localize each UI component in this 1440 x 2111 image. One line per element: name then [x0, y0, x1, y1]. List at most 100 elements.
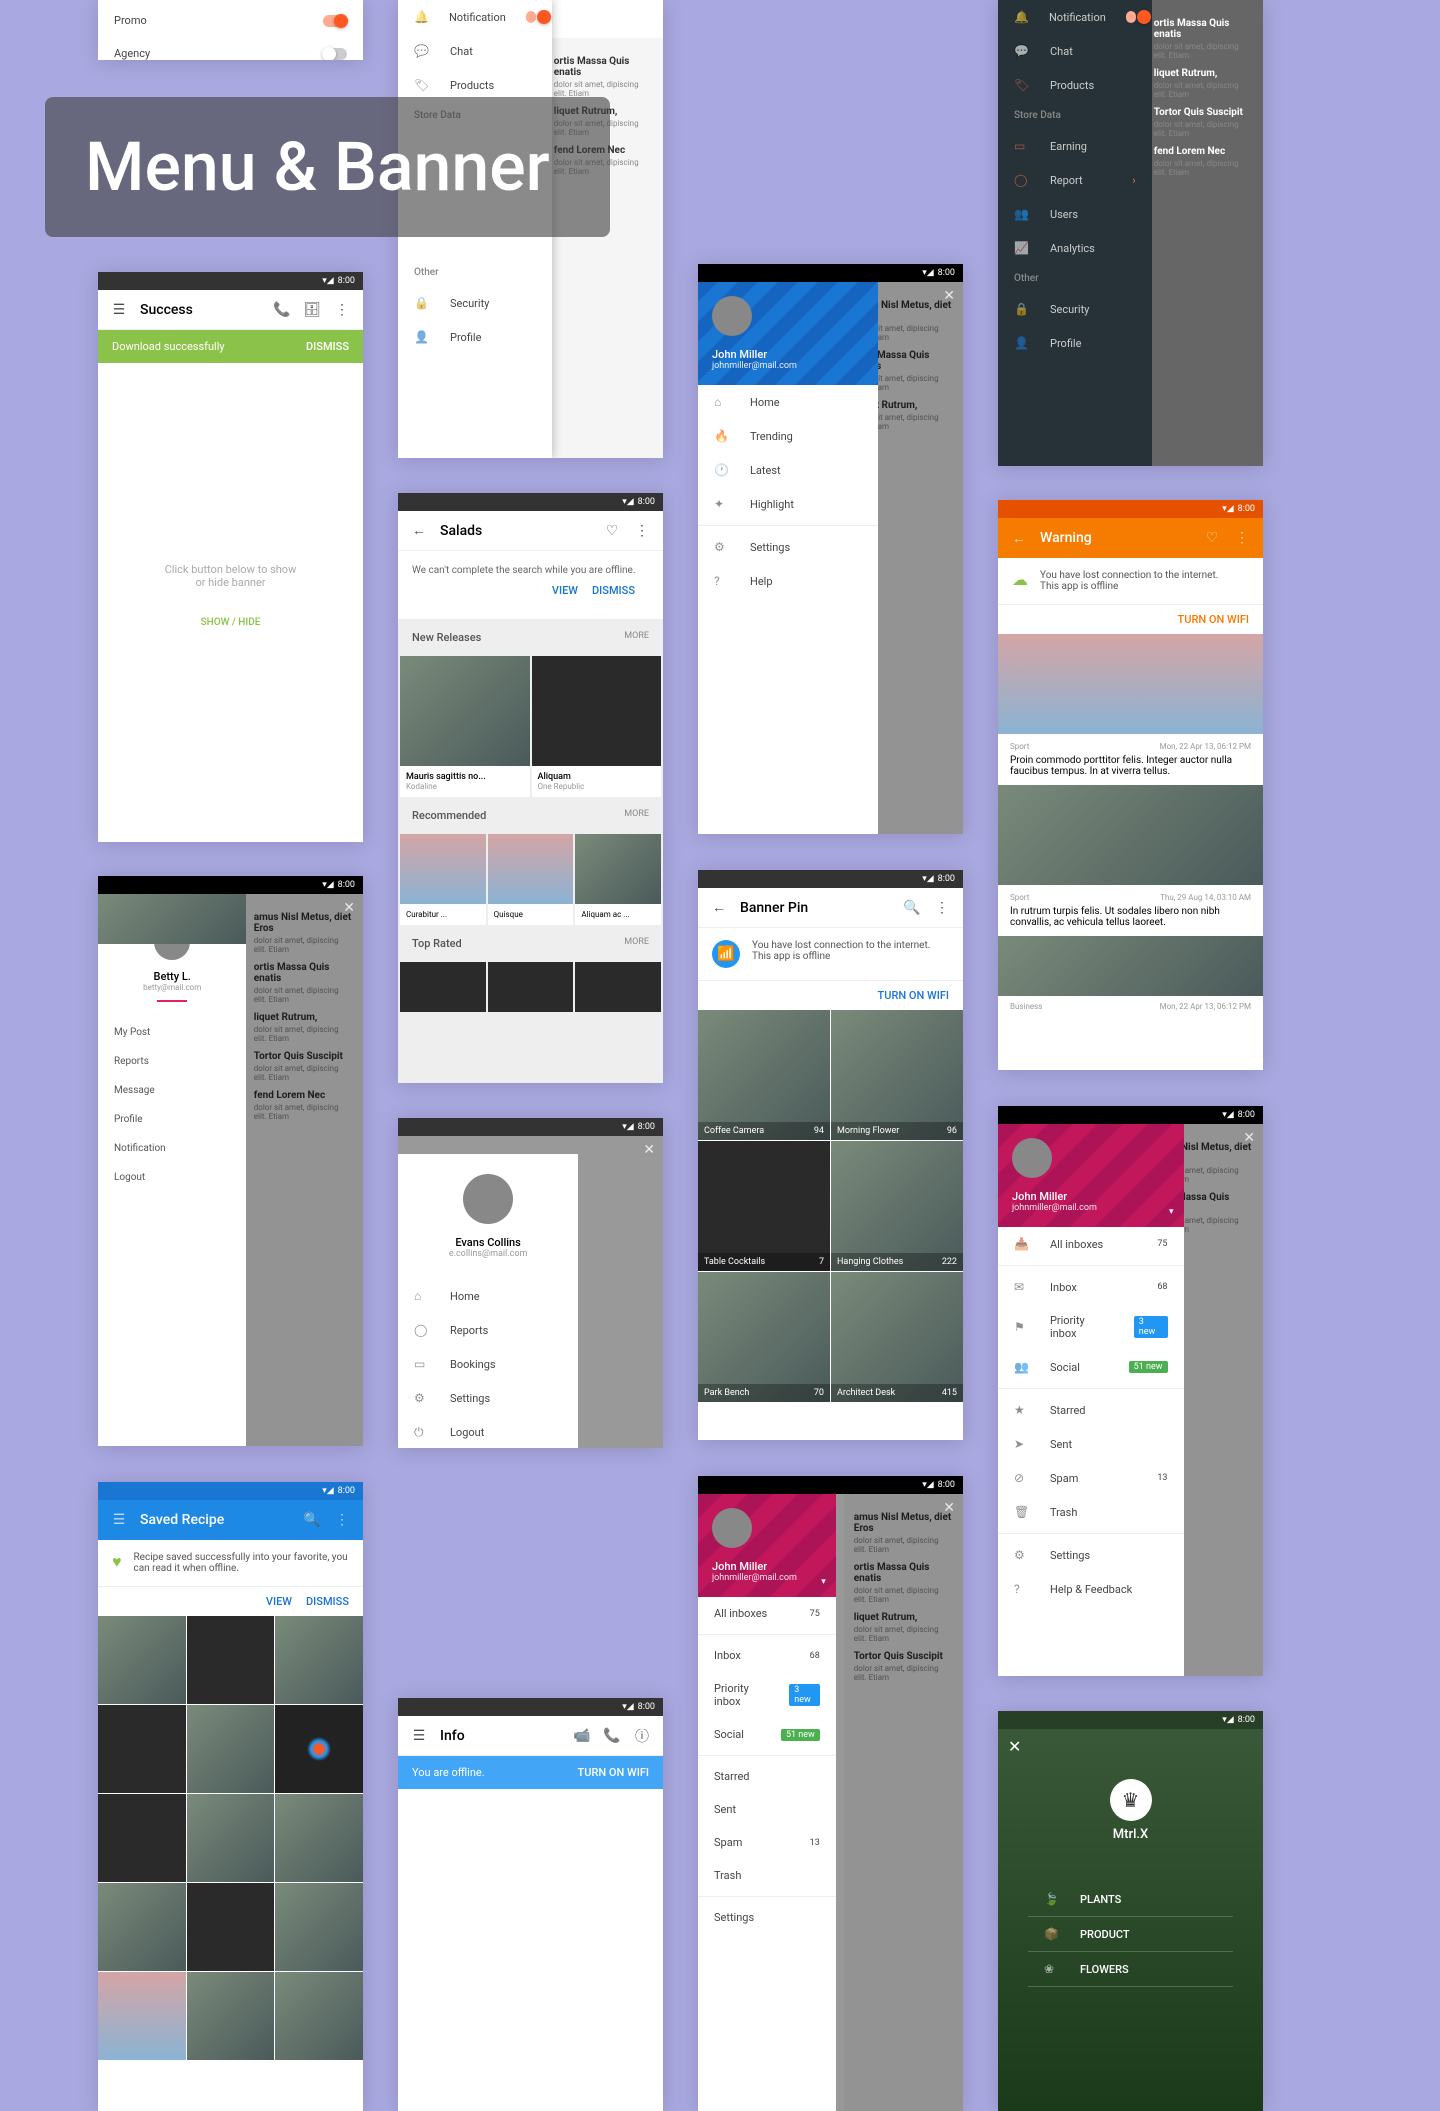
menu-settings[interactable]: ⚙Settings	[998, 1538, 1184, 1572]
menu-trash[interactable]: Trash	[698, 1859, 836, 1892]
dismiss-button[interactable]: DISMISS	[592, 584, 635, 597]
card-image[interactable]	[575, 834, 661, 904]
menu-settings[interactable]: ⚙Settings	[398, 1381, 578, 1415]
grid-item[interactable]: Architect Desk415	[831, 1272, 963, 1402]
switch-icon[interactable]	[323, 48, 347, 60]
menu-profile[interactable]: 👤Profile	[998, 326, 1152, 360]
menu-help[interactable]: ?Help & Feedback	[998, 1572, 1184, 1606]
phone-icon[interactable]: 📞	[603, 1727, 621, 1745]
close-icon[interactable]: ✕	[943, 288, 955, 304]
back-icon[interactable]: ←	[710, 899, 728, 917]
dismiss-button[interactable]: DISMISS	[306, 340, 349, 353]
article-title[interactable]: Proin commodo porttitor felis. Integer a…	[1010, 755, 1251, 777]
menu-priority[interactable]: ⚑Priority inbox3 new	[998, 1304, 1184, 1350]
close-icon[interactable]: ✕	[1243, 1130, 1255, 1146]
menu-users[interactable]: 👥Users	[998, 197, 1152, 231]
menu-security[interactable]: 🔒Security	[398, 286, 552, 320]
chevron-down-icon[interactable]: ▾	[1169, 1207, 1174, 1217]
menu-home[interactable]: ⌂Home	[698, 385, 878, 419]
menu-reports[interactable]: Reports	[114, 1047, 230, 1076]
grid-item[interactable]	[98, 1616, 186, 1704]
menu-message[interactable]: Message	[114, 1076, 230, 1105]
close-icon[interactable]: ✕	[643, 1142, 655, 1158]
wifi-button[interactable]: TURN ON WIFI	[1178, 613, 1249, 626]
grid-item[interactable]: Hanging Clothes222	[831, 1141, 963, 1271]
grid-item[interactable]	[275, 1616, 363, 1704]
grid-item[interactable]	[187, 1794, 275, 1882]
menu-starred[interactable]: Starred	[698, 1760, 836, 1793]
menu-profile[interactable]: 👤Profile	[398, 320, 552, 354]
grid-item[interactable]	[187, 1616, 275, 1704]
grid-item[interactable]	[98, 1972, 186, 2060]
article-image[interactable]	[998, 634, 1263, 734]
menu-notification[interactable]: 🔔Notification	[398, 0, 552, 34]
grid-item[interactable]	[275, 1883, 363, 1971]
menu-icon[interactable]: ☰	[410, 1727, 428, 1745]
menu-plants[interactable]: 🍃PLANTS	[1028, 1882, 1233, 1917]
card-image[interactable]	[488, 834, 574, 904]
show-hide-button[interactable]: SHOW / HIDE	[98, 617, 363, 628]
view-button[interactable]: VIEW	[266, 1595, 292, 1608]
menu-priority[interactable]: Priority inbox3 new	[698, 1672, 836, 1718]
menu-earning[interactable]: ▭Earning	[998, 129, 1152, 163]
article-title[interactable]: In rutrum turpis felis. Ut sodales liber…	[1010, 906, 1251, 928]
grid-item[interactable]	[98, 1705, 186, 1793]
menu-logout[interactable]: ⏻Logout	[398, 1415, 578, 1448]
close-icon[interactable]: ✕	[343, 900, 355, 916]
menu-mypost[interactable]: My Post	[114, 1018, 230, 1047]
heart-icon[interactable]: ♡	[1203, 529, 1221, 547]
menu-notification[interactable]: 🔔Notification	[998, 0, 1152, 34]
menu-home[interactable]: ⌂Home	[398, 1279, 578, 1313]
menu-latest[interactable]: 🕐Latest	[698, 453, 878, 487]
grid-item[interactable]	[187, 1883, 275, 1971]
menu-bookings[interactable]: ▭Bookings	[398, 1347, 578, 1381]
menu-settings[interactable]: Settings	[698, 1901, 836, 1934]
grid-item[interactable]	[187, 1972, 275, 2060]
menu-inbox[interactable]: ✉Inbox68	[998, 1270, 1184, 1304]
menu-flowers[interactable]: ❀FLOWERS	[1028, 1952, 1233, 1987]
grid-item[interactable]: Park Bench70	[698, 1272, 830, 1402]
card-image[interactable]	[400, 656, 530, 766]
grid-item[interactable]	[98, 1794, 186, 1882]
more-button[interactable]: MORE	[624, 937, 649, 950]
menu-settings[interactable]: ⚙Settings	[698, 530, 878, 564]
more-button[interactable]: MORE	[624, 809, 649, 822]
wifi-button[interactable]: TURN ON WIFI	[878, 989, 949, 1002]
view-button[interactable]: VIEW	[552, 584, 578, 597]
menu-product[interactable]: 📦PRODUCT	[1028, 1917, 1233, 1952]
menu-social[interactable]: 👥Social51 new	[998, 1350, 1184, 1384]
close-icon[interactable]: ✕	[1008, 1737, 1021, 1756]
archive-icon[interactable]: 🗄	[303, 301, 321, 319]
grid-item[interactable]: Morning Flower96	[831, 1010, 963, 1140]
menu-spam[interactable]: ⊘Spam13	[998, 1461, 1184, 1495]
more-icon[interactable]: ⋮	[1233, 529, 1251, 547]
close-icon[interactable]: ✕	[943, 1500, 955, 1516]
video-icon[interactable]: 📹	[573, 1727, 591, 1745]
card-image[interactable]	[400, 962, 486, 1012]
search-icon[interactable]: 🔍	[903, 899, 921, 917]
menu-highlight[interactable]: ✦Highlight	[698, 487, 878, 521]
article-image[interactable]	[998, 936, 1263, 996]
menu-chat[interactable]: 💬Chat	[998, 34, 1152, 68]
menu-products[interactable]: 🏷Products	[998, 68, 1152, 102]
menu-security[interactable]: 🔒Security	[998, 292, 1152, 326]
menu-sent[interactable]: ➤Sent	[998, 1427, 1184, 1461]
menu-analytics[interactable]: 📈Analytics	[998, 231, 1152, 265]
more-icon[interactable]: ⋮	[333, 301, 351, 319]
grid-item[interactable]: Coffee Camera94	[698, 1010, 830, 1140]
grid-item[interactable]	[98, 1883, 186, 1971]
dismiss-button[interactable]: DISMISS	[306, 1595, 349, 1608]
grid-item[interactable]: Table Cocktails7	[698, 1141, 830, 1271]
card-image[interactable]	[575, 962, 661, 1012]
phone-icon[interactable]: 📞	[273, 301, 291, 319]
more-icon[interactable]: ⋮	[333, 1511, 351, 1529]
menu-social[interactable]: Social51 new	[698, 1718, 836, 1751]
menu-report[interactable]: ◯Report›	[998, 163, 1152, 197]
menu-all-inboxes[interactable]: 📥All inboxes75	[998, 1227, 1184, 1261]
menu-profile[interactable]: Profile	[114, 1105, 230, 1134]
menu-agency[interactable]: Agency	[98, 37, 363, 60]
grid-item[interactable]	[275, 1972, 363, 2060]
more-icon[interactable]: ⋮	[633, 522, 651, 540]
menu-notification[interactable]: Notification	[114, 1134, 230, 1163]
menu-icon[interactable]: ☰	[110, 1511, 128, 1529]
